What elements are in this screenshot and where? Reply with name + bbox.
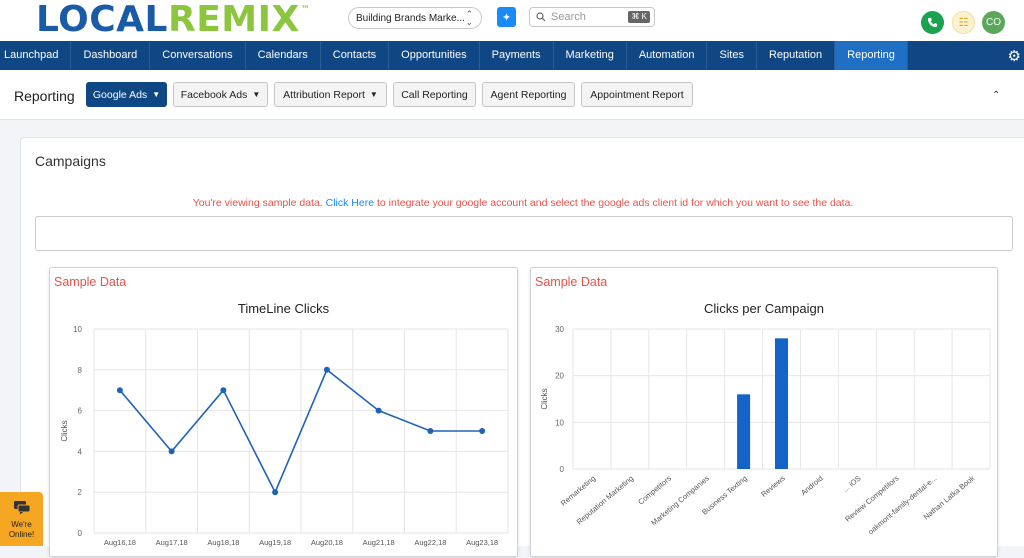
x-tick-label: ... iOS (841, 474, 863, 494)
data-point (427, 428, 434, 434)
y-tick-label: 30 (555, 325, 564, 334)
gear-icon[interactable]: ⚙ (1008, 47, 1021, 65)
attribution-report-label: Attribution Report (283, 88, 365, 101)
y-tick-label: 8 (78, 366, 83, 375)
search-input[interactable]: Search ⌘ K (529, 7, 655, 27)
nav-item-marketing[interactable]: Marketing (554, 41, 627, 70)
search-icon (536, 12, 546, 22)
y-tick-label: 6 (78, 407, 83, 416)
chevron-updown-icon: ⌃ ⌄ (465, 9, 473, 27)
call-reporting-label: Call Reporting (401, 88, 468, 101)
data-point (220, 387, 227, 394)
task-list-icon[interactable]: ☷ (952, 11, 975, 34)
y-tick-label: 0 (78, 529, 83, 538)
x-tick-label: Competitors (636, 473, 673, 506)
data-point (375, 407, 382, 414)
y-tick-label: 0 (560, 465, 565, 474)
appointment-report-label: Appointment Report (590, 88, 684, 101)
logo-trademark: ™ (300, 5, 311, 15)
nav-item-dashboard[interactable]: Dashboard (71, 41, 151, 70)
logo-text-local: LOCAL (36, 0, 168, 40)
timeline-clicks-panel: Sample Data TimeLine Clicks 0 2 4 6 8 10 Click… (49, 267, 518, 557)
y-tick-label: 10 (555, 418, 564, 427)
nav-item-calendars[interactable]: Calendars (246, 41, 321, 70)
nav-item-payments[interactable]: Payments (480, 41, 554, 70)
search-shortcut: ⌘ K (628, 11, 650, 23)
y-tick-label: 20 (555, 372, 564, 381)
appointment-report-button[interactable]: Appointment Report (581, 82, 693, 107)
call-reporting-button[interactable]: Call Reporting (393, 82, 476, 107)
nav-item-reputation[interactable]: Reputation (757, 41, 836, 70)
notice-text-after: to integrate your google account and sel… (374, 197, 854, 209)
caret-down-icon: ▼ (252, 90, 261, 99)
top-bar: LOCAL REMIX ™ Building Brands Marke... ⌃ ⌄ … (0, 0, 1024, 41)
account-name: Building Brands Marke... (356, 12, 465, 24)
search-placeholder: Search (551, 11, 586, 23)
agent-reporting-button[interactable]: Agent Reporting (482, 82, 575, 107)
campaign-filter-box[interactable] (35, 216, 1013, 251)
facebook-ads-dropdown[interactable]: Facebook Ads ▼ (173, 82, 268, 107)
nav-item-opportunities[interactable]: Opportunities (389, 41, 480, 70)
data-point (168, 448, 175, 455)
company-logo[interactable]: LOCAL REMIX ™ (36, 0, 311, 40)
y-axis-label: Clicks (540, 388, 549, 409)
y-tick-label: 10 (73, 325, 82, 334)
campaigns-card: Campaigns You're viewing sample data. Cl… (20, 137, 1024, 557)
bar (737, 394, 751, 469)
y-tick-label: 2 (78, 488, 83, 497)
main-nav: Launchpad Dashboard Conversations Calendars… (0, 41, 1024, 70)
sample-data-notice: You're viewing sample data. Click Here t… (21, 197, 1024, 209)
account-switcher[interactable]: Building Brands Marke... ⌃ ⌄ (348, 7, 482, 29)
sparkle-icon[interactable]: ✦ (497, 7, 516, 27)
logo-text-remix: REMIX (167, 0, 300, 40)
avatar[interactable]: CO (982, 11, 1005, 34)
data-point (479, 428, 486, 434)
nav-item-automation[interactable]: Automation (627, 41, 708, 70)
bar (775, 338, 788, 469)
chat-bubble-icon (13, 500, 31, 518)
y-tick-label: 4 (78, 447, 83, 456)
clicks-per-campaign-chart: 0102030ClicksRemarketingReputation Marke… (540, 325, 991, 537)
x-tick-label: Android (799, 474, 825, 498)
phone-icon[interactable] (921, 11, 944, 34)
live-chat-widget[interactable]: We're Online! (0, 492, 43, 546)
nav-item-launchpad[interactable]: Launchpad (0, 41, 72, 70)
page-title: Reporting (14, 88, 75, 104)
chat-status: We're Online! (8, 520, 35, 539)
x-tick-label: Remarketing (559, 474, 597, 508)
nav-item-contacts[interactable]: Contacts (321, 41, 390, 70)
data-point (272, 489, 279, 496)
x-tick-label: Reviews (759, 473, 787, 498)
timeline-clicks-chart: 0246810ClicksAug16,18 Aug17,18 Aug18,18 Aug… (60, 325, 509, 547)
nav-item-sites[interactable]: Sites (707, 41, 757, 70)
caret-down-icon: ▼ (152, 90, 161, 99)
x-tick-label: oakmont-family-dental-e... (866, 474, 938, 537)
caret-down-icon: ▼ (369, 90, 378, 99)
data-point (323, 366, 330, 373)
google-ads-dropdown[interactable]: Google Ads ▼ (86, 82, 167, 107)
campaigns-title: Campaigns (35, 153, 106, 169)
chevron-up-icon[interactable]: ⌃ (992, 90, 1000, 101)
google-ads-label: Google Ads (92, 88, 148, 101)
reporting-subnav: Reporting Google Ads ▼ Facebook Ads ▼ Attr… (0, 70, 1024, 120)
attribution-report-dropdown[interactable]: Attribution Report ▼ (274, 82, 387, 107)
nav-item-reporting[interactable]: Reporting (835, 41, 908, 70)
notice-text-before: You're viewing sample data. (192, 197, 326, 209)
nav-item-conversations[interactable]: Conversations (150, 41, 246, 70)
facebook-ads-label: Facebook Ads (180, 88, 248, 101)
agent-reporting-label: Agent Reporting (490, 88, 567, 101)
clicks-per-campaign-panel: Sample Data Clicks per Campaign 0 10 20 30 C… (530, 267, 998, 557)
integrate-google-link[interactable]: Click Here (326, 197, 374, 209)
data-point (116, 387, 123, 394)
y-axis-label: Clicks (60, 420, 69, 441)
